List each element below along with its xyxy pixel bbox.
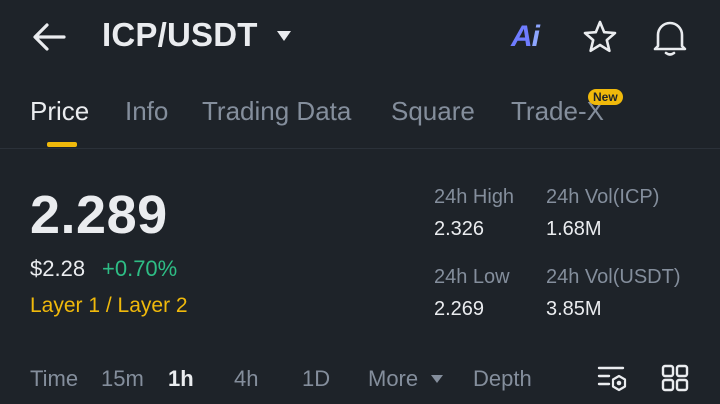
high-24h-label: 24h High [434,186,515,208]
notification-bell-icon[interactable] [651,17,689,57]
chart-settings-icon[interactable] [597,364,629,392]
tabs-divider [0,148,720,149]
price-change-percent: +0.70% [102,256,178,281]
low-24h-value: 2.269 [434,298,485,320]
usd-price: $2.28 [30,256,86,281]
interval-1h[interactable]: 1h [168,366,194,392]
low-24h-label: 24h Low [434,266,510,288]
interval-4h[interactable]: 4h [234,366,258,392]
new-badge: New [588,89,623,105]
more-caret-icon[interactable] [430,374,444,384]
vol-quote-24h-value: 3.85M [546,298,602,320]
vol-base-24h-label: 24h Vol(ICP) [546,186,660,208]
high-24h-value: 2.326 [434,218,485,240]
layout-grid-icon[interactable] [661,364,689,392]
tab-info[interactable]: Info [125,96,168,127]
interval-1d[interactable]: 1D [302,366,330,392]
active-tab-indicator [47,142,77,147]
category-tags[interactable]: Layer 1 / Layer 2 [30,294,188,318]
tab-square[interactable]: Square [391,96,475,127]
back-arrow-icon[interactable] [32,22,66,52]
tab-trading-data[interactable]: Trading Data [202,96,351,127]
interval-more[interactable]: More [368,366,418,392]
favorite-star-icon[interactable] [582,19,618,55]
ai-assistant-icon[interactable]: Ai [511,20,540,54]
vol-quote-24h-label: 24h Vol(USDT) [546,266,681,288]
tab-price[interactable]: Price [30,96,89,127]
vol-base-24h-value: 1.68M [546,218,602,240]
interval-time[interactable]: Time [30,366,78,392]
trading-pair-title[interactable]: ICP/USDT [102,16,258,54]
last-price: 2.289 [30,185,168,245]
depth-tab[interactable]: Depth [473,366,532,392]
pair-dropdown-caret-icon[interactable] [276,30,292,42]
interval-15m[interactable]: 15m [101,366,144,392]
